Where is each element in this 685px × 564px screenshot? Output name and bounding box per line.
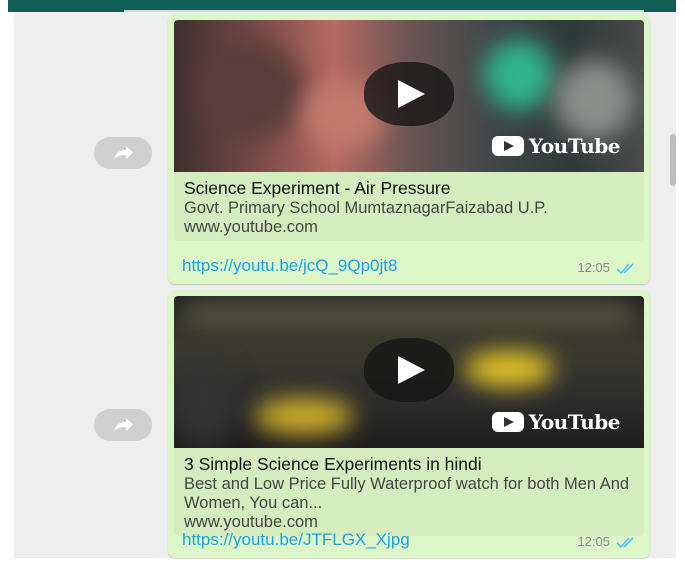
- message-time: 12:05: [577, 534, 610, 549]
- video-thumbnail[interactable]: YouTube: [174, 296, 644, 448]
- link-preview[interactable]: YouTube 3 Simple Science Experiments in …: [174, 296, 644, 536]
- thumbnail-blur: [254, 398, 354, 434]
- thumbnail-blur: [194, 40, 304, 140]
- message-time: 12:05: [577, 260, 610, 275]
- double-check-icon: [616, 536, 634, 548]
- forward-button[interactable]: [94, 137, 152, 169]
- thumbnail-blur: [184, 304, 634, 326]
- video-site: www.youtube.com: [184, 218, 318, 236]
- forward-button[interactable]: [94, 409, 152, 441]
- scrollbar[interactable]: [670, 134, 676, 186]
- video-description: Govt. Primary School MumtaznagarFaizabad…: [184, 199, 548, 217]
- message-link[interactable]: https://youtu.be/JTFLGX_Xjpg: [182, 530, 410, 550]
- thumbnail-blur: [464, 351, 554, 387]
- video-thumbnail[interactable]: YouTube: [174, 20, 644, 172]
- youtube-logo: YouTube: [491, 410, 621, 434]
- video-title: 3 Simple Science Experiments in hindi: [184, 454, 482, 474]
- youtube-wordmark: YouTube: [528, 134, 621, 158]
- youtube-icon: [491, 412, 524, 432]
- link-preview[interactable]: YouTube Science Experiment - Air Pressur…: [174, 20, 644, 241]
- thumbnail-blur: [554, 60, 634, 140]
- thumbnail-blur: [484, 40, 554, 110]
- video-title: Science Experiment - Air Pressure: [184, 178, 451, 198]
- youtube-icon: [491, 136, 524, 156]
- play-icon[interactable]: [364, 338, 454, 402]
- message-link[interactable]: https://youtu.be/jcQ_9Qp0jt8: [182, 256, 397, 276]
- youtube-logo: YouTube: [491, 134, 621, 158]
- message-bubble[interactable]: YouTube 3 Simple Science Experiments in …: [168, 290, 650, 558]
- video-description: Best and Low Price Fully Waterproof watc…: [184, 475, 630, 512]
- youtube-wordmark: YouTube: [528, 410, 621, 434]
- double-check-icon: [616, 262, 634, 274]
- forward-arrow-icon: [114, 418, 133, 431]
- forward-arrow-icon: [114, 146, 133, 159]
- message-bubble[interactable]: YouTube Science Experiment - Air Pressur…: [168, 14, 650, 284]
- thumbnail-blur: [174, 356, 234, 446]
- play-icon[interactable]: [364, 62, 454, 126]
